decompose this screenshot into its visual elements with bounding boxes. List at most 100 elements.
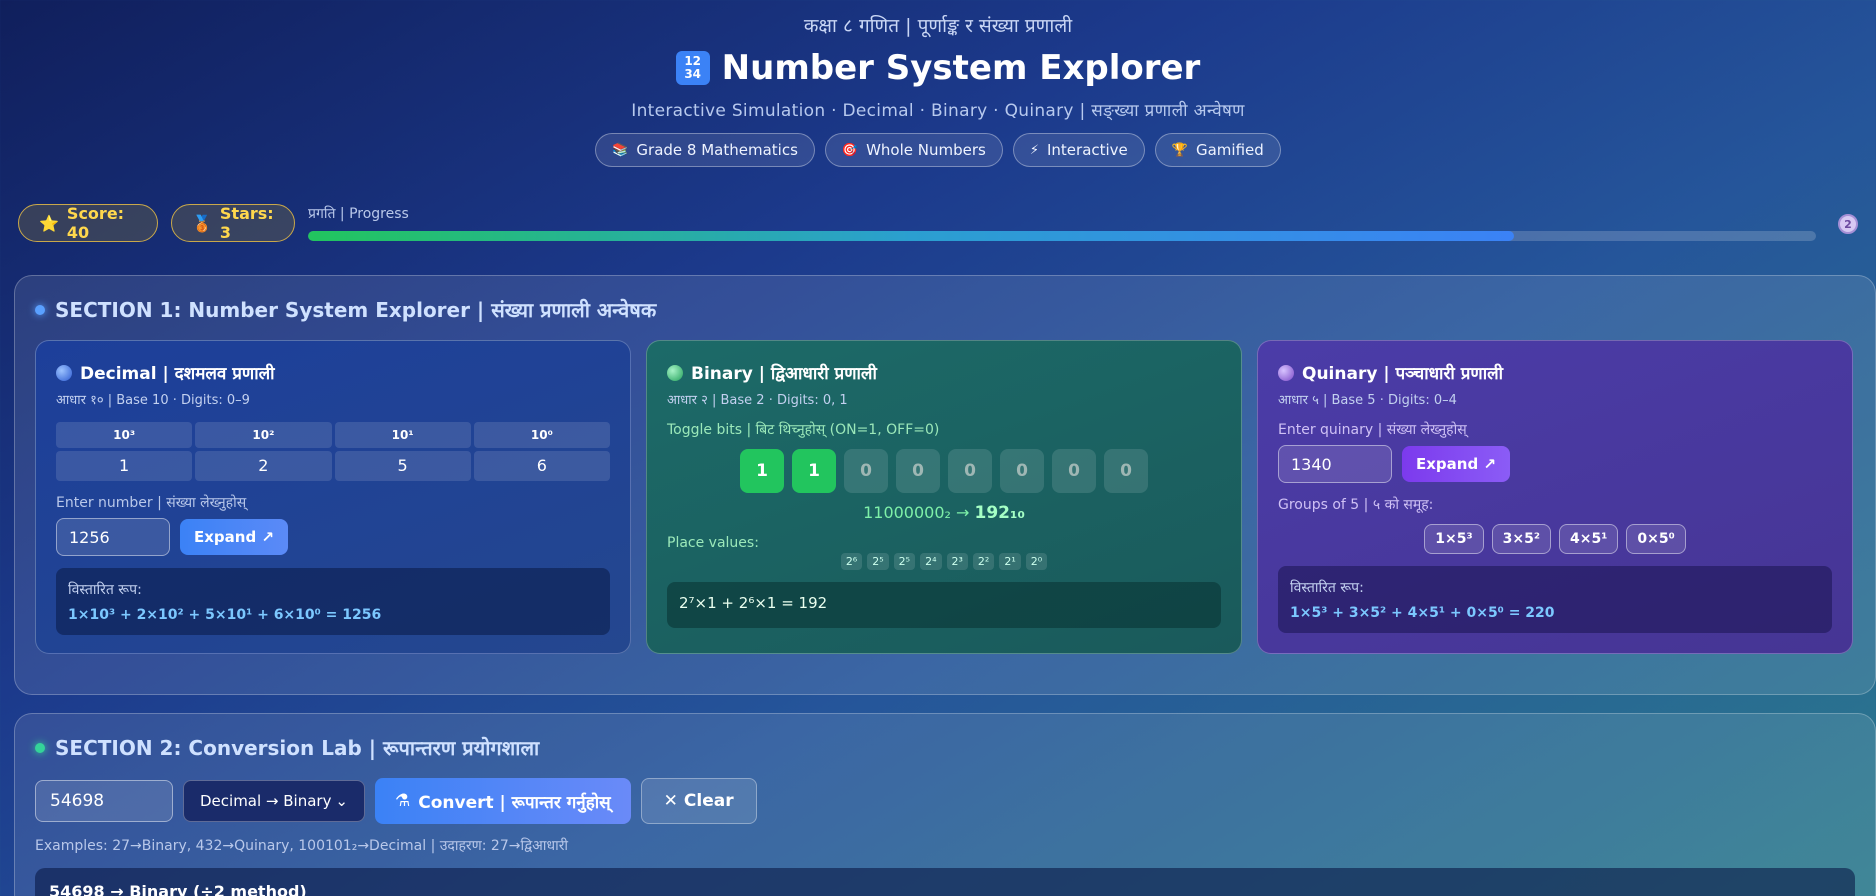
conversion-result-box: 54698 → Binary (÷2 method)	[35, 868, 1855, 896]
green-ball-icon	[667, 364, 683, 381]
place-value-chip: 2⁶	[840, 553, 863, 570]
progress: प्रगति | Progress	[308, 204, 1816, 241]
progress-track	[308, 231, 1816, 241]
binary-result: 11000000₂ → 192₁₀	[667, 503, 1221, 523]
place-value-digit: 5	[334, 451, 471, 481]
quinary-expand-button[interactable]: Expand ↗	[1402, 446, 1510, 482]
tag-label: Gamified	[1195, 141, 1264, 159]
section2-title-text: SECTION 2: Conversion Lab | रूपान्तरण प्…	[55, 736, 540, 760]
place-value-digit: 2	[195, 451, 332, 481]
group-chip: 0×5⁰	[1626, 524, 1686, 554]
bit-toggle[interactable]: 0	[896, 449, 940, 493]
decimal-number-input[interactable]	[56, 518, 170, 556]
conversion-type-select[interactable]: Decimal → Binary ⌄	[183, 780, 365, 822]
convert-button[interactable]: ⚗ Convert | रूपान्तर गर्नुहोस्	[375, 778, 631, 824]
quinary-input-row: Expand ↗	[1278, 445, 1832, 483]
bullet-dot-icon	[35, 742, 45, 753]
toggle-bits-label: Toggle bits | बिट थिच्नुहोस् (ON=1, OFF=…	[667, 422, 940, 438]
quinary-title-text: Quinary | पञ्चाधारी प्रणाली	[1302, 364, 1504, 384]
section-conversion-lab: SECTION 2: Conversion Lab | रूपान्तरण प्…	[14, 713, 1876, 896]
lightning-icon: ⚡	[1029, 142, 1039, 158]
stars-badge: 🥉 Stars: 3	[171, 204, 295, 242]
stats-bar: ⭐ Score: 40 🥉 Stars: 3 प्रगति | Progress 2	[18, 204, 1858, 244]
score-text: Score: 40	[66, 204, 125, 242]
quinary-base-info: आधार ५ | Base 5 · Digits: 0–4	[1278, 393, 1457, 408]
group-chip: 4×5¹	[1559, 524, 1619, 554]
decimal-input-row: Expand ↗	[56, 518, 610, 556]
decimal-base-info: आधार १० | Base 10 · Digits: 0–9	[56, 393, 250, 408]
decimal-card-title: Decimal | दशमलव प्रणाली	[56, 361, 610, 384]
conversion-number-input[interactable]	[35, 780, 173, 822]
clear-button[interactable]: ✕ Clear	[640, 778, 757, 824]
place-value-chip: 2¹	[999, 553, 1021, 570]
quinary-card: Quinary | पञ्चाधारी प्रणाली आधार ५ | Bas…	[1257, 340, 1853, 654]
grade-label: कक्षा ८ गणित | पूर्णाङ्क र संख्या प्रणाल…	[803, 15, 1073, 37]
quinary-input-label: Enter quinary | संख्या लेख्नुहोस्	[1278, 422, 1467, 438]
blue-ball-icon	[56, 364, 72, 381]
progress-fill	[308, 231, 1515, 241]
conversion-result-heading: 54698 → Binary (÷2 method)	[49, 882, 307, 896]
stars-text: Stars: 3	[219, 204, 274, 242]
quinary-result-expression: 1×5³ + 3×5² + 4×5¹ + 0×5⁰ = 220	[1290, 605, 1555, 621]
tag-label: Interactive	[1046, 141, 1128, 159]
place-values-label: Place values:	[667, 535, 759, 551]
decimal-expand-button[interactable]: Expand ↗	[180, 519, 288, 555]
medal-icon: 🥉	[192, 213, 212, 233]
bit-toggle[interactable]: 1	[792, 449, 836, 493]
place-value-digit: 1	[56, 451, 193, 481]
bit-toggle[interactable]: 0	[844, 449, 888, 493]
bit-toggle[interactable]: 0	[1104, 449, 1148, 493]
numbers-1234-icon: 12 34	[675, 51, 710, 85]
binary-value: 11000000₂ →	[863, 503, 970, 522]
trophy-icon: 🏆	[1171, 142, 1188, 158]
clear-label: Clear	[683, 791, 734, 811]
quinary-groups: 1×5³ 3×5² 4×5¹ 0×5⁰	[1278, 524, 1832, 554]
group-chip: 3×5²	[1491, 524, 1551, 554]
binary-card: Binary | द्विआधारी प्रणाली आधार २ | Base…	[646, 340, 1242, 654]
bullet-dot-icon	[35, 304, 45, 315]
bit-toggle[interactable]: 0	[1000, 449, 1044, 493]
page-title-text: Number System Explorer	[721, 48, 1201, 88]
examples-text: Examples: 27→Binary, 432→Quinary, 100101…	[35, 838, 569, 854]
quinary-result-box: विस्तारित रूप: 1×5³ + 3×5² + 4×5¹ + 0×5⁰…	[1278, 566, 1832, 633]
place-value-header: 10¹	[334, 422, 471, 448]
groups-label: Groups of 5 | ५ को समूह:	[1278, 497, 1434, 513]
tag-gamified: 🏆 Gamified	[1154, 133, 1281, 167]
bit-toggle-row: 1 1 0 0 0 0 0 0	[667, 449, 1221, 493]
binary-title-text: Binary | द्विआधारी प्रणाली	[691, 364, 877, 384]
score-badge: ⭐ Score: 40	[18, 204, 158, 242]
tag-label: Grade 8 Mathematics	[636, 141, 798, 159]
place-value-chip: 2⁰	[1025, 553, 1048, 570]
quinary-number-input[interactable]	[1278, 445, 1392, 483]
tag-list: 📚 Grade 8 Mathematics 🎯 Whole Numbers ⚡ Int…	[0, 133, 1876, 167]
decimal-card: Decimal | दशमलव प्रणाली आधार १० | Base 1…	[35, 340, 631, 654]
place-value-chip: 2⁵	[893, 553, 916, 570]
books-icon: 📚	[612, 142, 629, 158]
decimal-result-label: विस्तारित रूप:	[68, 582, 142, 598]
place-value-header: 10²	[195, 422, 332, 448]
place-value-chip: 2⁴	[920, 553, 942, 570]
decimal-title-text: Decimal | दशमलव प्रणाली	[80, 364, 275, 384]
chevron-down-icon: ⌄	[335, 792, 348, 810]
decimal-input-label: Enter number | संख्या लेख्नुहोस्	[56, 495, 247, 511]
flask-icon: ⚗	[395, 791, 411, 811]
decimal-result-expression: 1×10³ + 2×10² + 5×10¹ + 6×10⁰ = 1256	[68, 607, 382, 623]
place-value-chip: 2²	[972, 553, 995, 570]
binary-base-info: आधार २ | Base 2 · Digits: 0, 1	[667, 393, 848, 408]
place-value-table: 10³ 10² 10¹ 10⁰ 1 2 5 6	[56, 422, 610, 481]
star-icon: ⭐	[39, 213, 59, 233]
decimal-value: 192₁₀	[974, 503, 1025, 523]
target-icon: 🎯	[841, 142, 859, 158]
progress-label: प्रगति | Progress	[308, 206, 409, 222]
place-value-chip: 2³	[946, 553, 968, 570]
header: कक्षा ८ गणित | पूर्णाङ्क र संख्या प्रणाल…	[0, 0, 1876, 167]
bit-toggle[interactable]: 1	[740, 449, 784, 493]
bit-toggle[interactable]: 0	[1052, 449, 1096, 493]
place-value-header: 10³	[56, 422, 193, 448]
page-subtitle: Interactive Simulation · Decimal · Binar…	[631, 101, 1245, 121]
section1-title-text: SECTION 1: Number System Explorer | संख्…	[55, 298, 657, 322]
page-title: 12 34 Number System Explorer	[0, 48, 1876, 88]
section1-title: SECTION 1: Number System Explorer | संख्…	[35, 296, 656, 323]
quinary-card-title: Quinary | पञ्चाधारी प्रणाली	[1278, 361, 1832, 384]
bit-toggle[interactable]: 0	[948, 449, 992, 493]
